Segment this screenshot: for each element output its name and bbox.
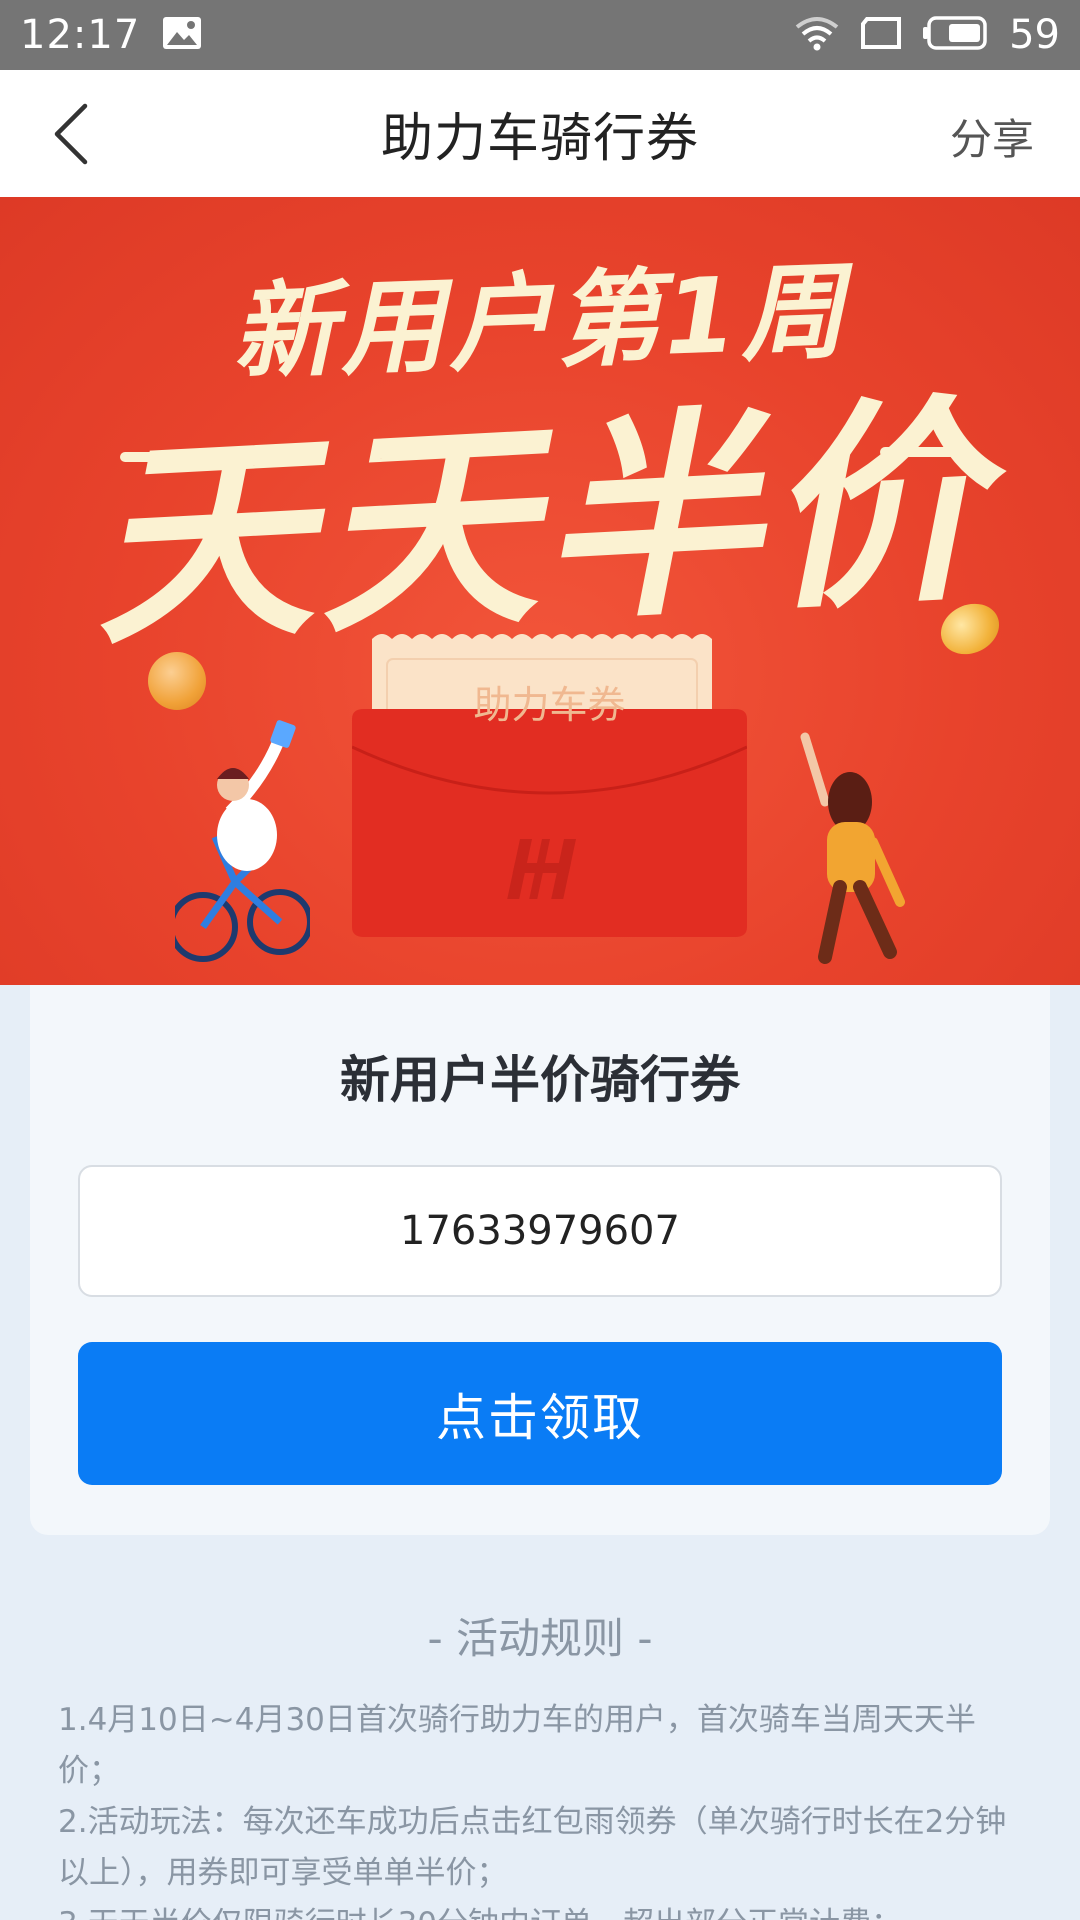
coin-decoration bbox=[148, 652, 206, 710]
claim-button[interactable]: 点击领取 bbox=[78, 1342, 1002, 1485]
status-left: 12:17 bbox=[20, 12, 202, 58]
status-right: 59 bbox=[795, 12, 1060, 58]
coupon-label: 助力车券 bbox=[473, 683, 626, 727]
share-button[interactable]: 分享 bbox=[950, 106, 1034, 167]
cyclist-illustration bbox=[168, 717, 313, 972]
promo-banner: 新用户第1周 天天半价 助力车券 bbox=[0, 197, 1080, 985]
battery-icon bbox=[923, 16, 989, 54]
red-envelope-illustration: 助力车券 bbox=[351, 629, 748, 937]
rule-item: 3.天天半价仅限骑行时长30分钟内订单，超出部分正常计费； bbox=[58, 1899, 1018, 1920]
page-title: 助力车骑行券 bbox=[380, 109, 699, 169]
back-button[interactable] bbox=[36, 96, 106, 176]
status-time: 12:17 bbox=[20, 12, 141, 58]
nav-bar: 助力车骑行券 分享 bbox=[0, 70, 1080, 197]
rules-list: 1.4月10日~4月30日首次骑行助力车的用户，首次骑车当周天天半价； 2.活动… bbox=[58, 1695, 1018, 1920]
battery-level: 59 bbox=[1009, 12, 1060, 58]
image-icon bbox=[162, 16, 202, 54]
screen-rotate-icon bbox=[859, 16, 903, 54]
wifi-icon bbox=[795, 15, 839, 55]
back-icon[interactable] bbox=[51, 103, 91, 169]
woman-illustration bbox=[795, 732, 920, 972]
status-bar: 12:17 59 bbox=[0, 0, 1080, 70]
rule-item: 1.4月10日~4月30日首次骑行助力车的用户，首次骑车当周天天半价； bbox=[58, 1702, 976, 1789]
rules-heading: - 活动规则 - bbox=[427, 1614, 653, 1663]
coupon-card: 新用户半价骑行券 点击领取 bbox=[30, 985, 1050, 1535]
rule-item: 2.活动玩法：每次还车成功后点击红包雨领券（单次骑行时长在2分钟以上），用券即可… bbox=[58, 1804, 1007, 1891]
phone-input[interactable] bbox=[78, 1165, 1002, 1297]
card-title: 新用户半价骑行券 bbox=[340, 1051, 740, 1109]
